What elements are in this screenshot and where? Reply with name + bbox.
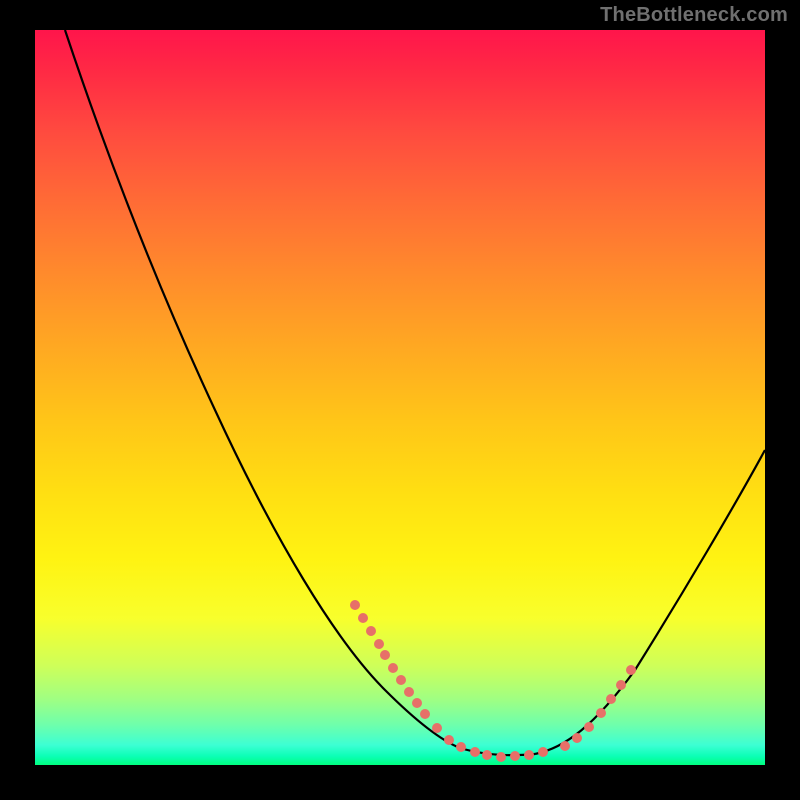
curve-right [535, 450, 765, 754]
watermark-text: TheBottleneck.com [600, 4, 788, 27]
dots-bottom [444, 735, 548, 762]
curve-svg [35, 30, 765, 765]
curve-left [65, 30, 460, 748]
plot-area [35, 30, 765, 765]
